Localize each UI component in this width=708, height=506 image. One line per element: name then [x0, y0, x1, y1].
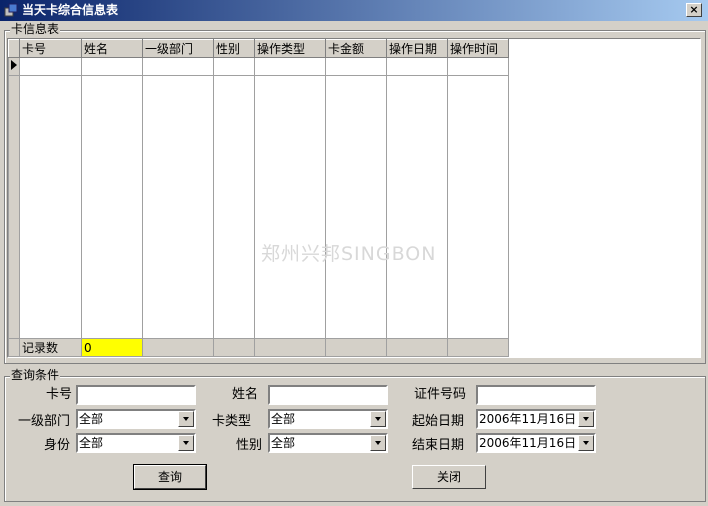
- table-cell: [254, 75, 326, 339]
- chevron-down-icon[interactable]: [178, 435, 194, 451]
- chevron-down-icon[interactable]: [178, 411, 194, 427]
- close-icon[interactable]: ×: [686, 3, 702, 17]
- table-cell[interactable]: [81, 57, 143, 76]
- id-no-label: 证件号码: [414, 387, 467, 402]
- footer-cell: [325, 338, 387, 357]
- table-cell[interactable]: [19, 57, 82, 76]
- corner-cell: [8, 39, 20, 58]
- record-count-label: 记录数: [19, 338, 82, 357]
- chevron-down-icon[interactable]: [370, 411, 386, 427]
- end-date-value: 2006年11月16日: [479, 436, 577, 450]
- identity-select[interactable]: 全部: [76, 433, 196, 453]
- table-cell[interactable]: [213, 57, 255, 76]
- chevron-down-icon[interactable]: [370, 435, 386, 451]
- record-count-value: 0: [81, 338, 143, 357]
- row-indicator: [8, 57, 20, 76]
- start-date-value: 2006年11月16日: [479, 412, 577, 426]
- end-date-picker[interactable]: 2006年11月16日: [476, 433, 596, 453]
- table-cell[interactable]: [325, 57, 387, 76]
- gender-select[interactable]: 全部: [268, 433, 388, 453]
- query-group-label: 查询条件: [10, 368, 61, 382]
- current-row-icon: [11, 60, 17, 70]
- grid-group-label: 卡信息表: [10, 22, 61, 36]
- table-cell: [142, 75, 214, 339]
- gender-label: 性别: [236, 438, 263, 453]
- dept-label: 一级部门: [18, 414, 71, 429]
- start-date-picker[interactable]: 2006年11月16日: [476, 409, 596, 429]
- title-bar: 当天卡综合信息表 ×: [0, 0, 708, 21]
- identity-label: 身份: [44, 438, 71, 453]
- chevron-down-icon[interactable]: [578, 435, 594, 451]
- table-cell[interactable]: [254, 57, 326, 76]
- footer-cell: [447, 338, 509, 357]
- search-button[interactable]: 查询: [133, 464, 207, 490]
- footer-cell: [386, 338, 448, 357]
- column-header[interactable]: 一级部门: [142, 39, 214, 58]
- table-cell: [386, 75, 448, 339]
- window-title: 当天卡综合信息表: [22, 3, 119, 17]
- name-label: 姓名: [232, 387, 259, 402]
- watermark: 郑州兴邦SINGBON: [261, 243, 437, 265]
- header-row: 卡号 姓名 一级部门 性别 操作类型 卡金额 操作日期 操作时间: [8, 39, 509, 58]
- table-cell: [81, 75, 143, 339]
- column-header[interactable]: 性别: [213, 39, 255, 58]
- chevron-down-icon[interactable]: [578, 411, 594, 427]
- table-cell: [213, 75, 255, 339]
- card-no-input[interactable]: [76, 385, 196, 405]
- gender-select-value: 全部: [271, 436, 296, 450]
- end-date-label: 结束日期: [412, 438, 465, 453]
- table-cell: [19, 75, 82, 339]
- card-type-select[interactable]: 全部: [268, 409, 388, 429]
- dept-select[interactable]: 全部: [76, 409, 196, 429]
- table-cell[interactable]: [142, 57, 214, 76]
- id-no-input[interactable]: [476, 385, 596, 405]
- column-header[interactable]: 卡金额: [325, 39, 387, 58]
- card-type-label: 卡类型: [212, 414, 252, 429]
- column-header[interactable]: 操作类型: [254, 39, 326, 58]
- table-cell: [325, 75, 387, 339]
- card-no-label: 卡号: [46, 387, 73, 402]
- table-cell: [447, 75, 509, 339]
- row-indicator: [8, 75, 20, 339]
- footer-cell: [142, 338, 214, 357]
- card-type-select-value: 全部: [271, 412, 296, 426]
- card-info-grid[interactable]: 卡号 姓名 一级部门 性别 操作类型 卡金额 操作日期 操作时间 记录数 0 郑…: [7, 38, 701, 358]
- column-header[interactable]: 姓名: [81, 39, 143, 58]
- column-header[interactable]: 操作时间: [447, 39, 509, 58]
- start-date-label: 起始日期: [412, 414, 465, 429]
- dept-select-value: 全部: [79, 412, 104, 426]
- table-filler: [8, 75, 509, 339]
- footer-cell: [213, 338, 255, 357]
- close-button[interactable]: 关闭: [412, 465, 486, 489]
- footer-row: 记录数 0: [8, 338, 509, 357]
- column-header[interactable]: 卡号: [19, 39, 82, 58]
- data-table: 卡号 姓名 一级部门 性别 操作类型 卡金额 操作日期 操作时间 记录数 0: [8, 39, 509, 357]
- footer-cell: [254, 338, 326, 357]
- app-icon: [4, 3, 18, 17]
- row-indicator: [8, 338, 20, 357]
- column-header[interactable]: 操作日期: [386, 39, 448, 58]
- identity-select-value: 全部: [79, 436, 104, 450]
- table-row[interactable]: [8, 57, 509, 76]
- name-input[interactable]: [268, 385, 388, 405]
- table-cell[interactable]: [447, 57, 509, 76]
- table-cell[interactable]: [386, 57, 448, 76]
